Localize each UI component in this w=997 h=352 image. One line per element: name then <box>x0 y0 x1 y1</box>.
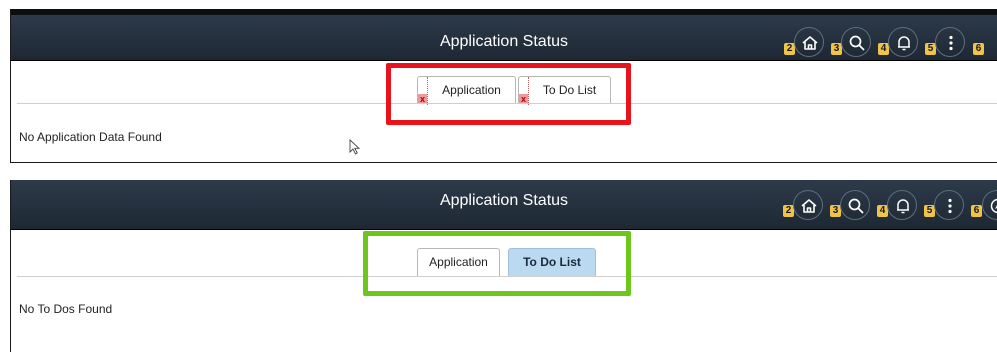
search-icon <box>849 35 865 51</box>
highlight-box-green <box>363 231 631 296</box>
home-button[interactable] <box>793 190 823 220</box>
home-icon <box>802 36 818 50</box>
notifications-button[interactable] <box>888 27 918 57</box>
notifications-button[interactable] <box>887 190 917 220</box>
more-vertical-icon <box>948 198 952 214</box>
empty-state-message: No To Dos Found <box>19 302 113 316</box>
search-icon <box>848 198 864 214</box>
navigator-icon <box>990 198 997 214</box>
highlight-box-red <box>386 63 631 125</box>
search-button[interactable] <box>840 190 870 220</box>
page-header: Application Status 2 3 4 5 6 <box>11 180 997 230</box>
home-icon <box>801 199 817 213</box>
empty-state-message: No Application Data Found <box>19 130 162 144</box>
search-button[interactable] <box>841 27 871 57</box>
actions-menu-button[interactable] <box>935 27 965 57</box>
bell-icon <box>897 199 909 214</box>
badge-6: 6 <box>971 205 982 217</box>
more-vertical-icon <box>949 35 953 51</box>
bell-icon <box>898 36 910 51</box>
badge-6: 6 <box>973 43 984 55</box>
page-header: Application Status 2 3 4 5 6 <box>11 9 997 61</box>
home-button[interactable] <box>794 27 824 57</box>
actions-menu-button[interactable] <box>934 190 964 220</box>
mouse-pointer-icon <box>349 139 361 155</box>
